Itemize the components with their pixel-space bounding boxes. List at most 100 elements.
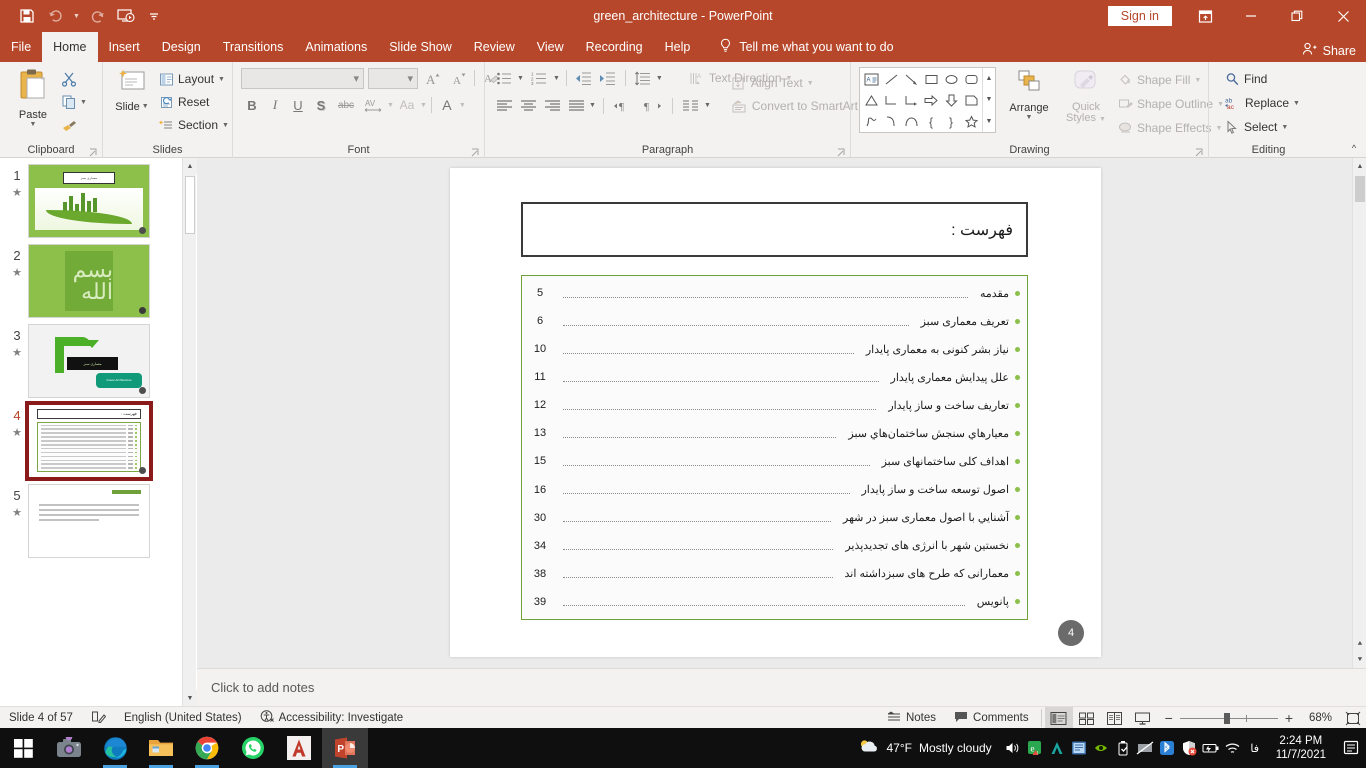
font-name-input[interactable]: ▾ bbox=[241, 67, 364, 89]
increase-indent-button[interactable] bbox=[597, 67, 619, 89]
autodesk-icon[interactable] bbox=[1046, 728, 1068, 768]
tab-transitions[interactable]: Transitions bbox=[212, 32, 295, 62]
toc-item[interactable]: نخستین شهر با انرژی های تجدیدپذیر 34 bbox=[527, 535, 1022, 557]
zoom-slider-handle[interactable] bbox=[1223, 712, 1230, 724]
toc-item[interactable]: نیاز بشر کنونی به معماری پایدار 10 bbox=[527, 338, 1022, 360]
copy-button[interactable] bbox=[58, 91, 80, 113]
zoom-slider[interactable] bbox=[1179, 712, 1278, 724]
thumb1-animation-indicator[interactable] bbox=[139, 227, 146, 234]
bluetooth-icon[interactable] bbox=[1156, 728, 1178, 768]
format-painter-button[interactable] bbox=[58, 114, 80, 136]
align-right-button[interactable] bbox=[541, 95, 563, 117]
numbering-dropdown-icon[interactable]: ▼ bbox=[553, 75, 560, 82]
shape-text-box[interactable]: A bbox=[861, 69, 881, 90]
find-button[interactable]: Find bbox=[1221, 68, 1304, 90]
tell-me-search[interactable]: Tell me what you want to do bbox=[709, 32, 903, 62]
shape-arc[interactable] bbox=[901, 111, 921, 132]
network-app-icon[interactable] bbox=[1068, 728, 1090, 768]
view-reading-button[interactable] bbox=[1101, 707, 1129, 729]
replace-dropdown-icon[interactable]: ▼ bbox=[1293, 100, 1300, 107]
bold-button[interactable]: B bbox=[241, 94, 263, 116]
accessibility-button[interactable]: Accessibility: Investigate bbox=[251, 707, 413, 729]
replace-button[interactable]: ab ac Replace ▼ bbox=[1221, 92, 1304, 114]
autocad-icon[interactable] bbox=[276, 728, 322, 768]
thumbnail-row-1[interactable]: 1 ★ معماری سبز bbox=[0, 158, 196, 238]
change-case-button[interactable]: Aa bbox=[395, 94, 419, 116]
change-case-dropdown-icon[interactable]: ▼ bbox=[420, 102, 427, 109]
next-slide-icon[interactable]: ⯆ bbox=[1353, 652, 1366, 668]
thumbnail-slide-5[interactable] bbox=[28, 484, 150, 558]
bullets-dropdown-icon[interactable]: ▼ bbox=[517, 75, 524, 82]
drawing-dialog-launcher-icon[interactable] bbox=[1195, 148, 1204, 157]
thumbnail-slide-4[interactable]: فهرست : bbox=[25, 401, 153, 481]
notes-pane[interactable]: Click to add notes bbox=[197, 668, 1366, 706]
font-size-input[interactable]: ▾ bbox=[368, 67, 418, 89]
animation-star-icon[interactable]: ★ bbox=[12, 506, 22, 519]
decrease-indent-button[interactable] bbox=[573, 67, 595, 89]
volume-icon[interactable] bbox=[1002, 728, 1024, 768]
slide-toc-placeholder[interactable]: مقدمه 5 تعریف معماری سبز 6 نیاز بشر کنون… bbox=[521, 275, 1028, 620]
paste-button[interactable]: Paste ▼ bbox=[8, 66, 58, 130]
zoom-out-icon[interactable]: − bbox=[1165, 710, 1173, 726]
tab-file[interactable]: File bbox=[0, 32, 42, 62]
thumbnail-row-4[interactable]: 4 ★ فهرست : bbox=[0, 398, 196, 481]
underline-button[interactable]: U bbox=[287, 94, 309, 116]
copy-dropdown-icon[interactable]: ▼ bbox=[80, 99, 87, 106]
ltr-text-direction-button[interactable]: ¶ bbox=[611, 95, 637, 117]
text-shadow-button[interactable]: S bbox=[310, 94, 332, 116]
shape-star[interactable] bbox=[961, 111, 981, 132]
arrange-button[interactable]: Arrange ▼ bbox=[1000, 67, 1058, 123]
cut-button[interactable] bbox=[58, 68, 80, 90]
tab-animations[interactable]: Animations bbox=[294, 32, 378, 62]
thumb2-animation-indicator[interactable] bbox=[139, 307, 146, 314]
slide-indicator[interactable]: Slide 4 of 57 bbox=[0, 707, 82, 729]
animation-star-icon[interactable]: ★ bbox=[12, 186, 22, 199]
shapes-scroll-down-icon[interactable]: ▼ bbox=[983, 89, 995, 110]
italic-button[interactable]: I bbox=[264, 94, 286, 116]
thumb4-animation-indicator[interactable] bbox=[139, 467, 146, 474]
numbering-button[interactable]: 123 bbox=[529, 67, 551, 89]
tab-recording[interactable]: Recording bbox=[575, 32, 654, 62]
clock[interactable]: 2:24 PM 11/7/2021 bbox=[1266, 734, 1336, 762]
undo-dropdown-icon[interactable]: ▼ bbox=[70, 3, 83, 29]
shape-arrow[interactable] bbox=[901, 69, 921, 90]
toc-item[interactable]: اهداف کلی ساختمانهای سبز 15 bbox=[527, 450, 1022, 472]
align-left-button[interactable] bbox=[493, 95, 515, 117]
comments-button[interactable]: Comments bbox=[945, 707, 1038, 729]
tab-home[interactable]: Home bbox=[42, 32, 98, 62]
antivirus-icon[interactable]: e! bbox=[1024, 728, 1046, 768]
paragraph-dialog-launcher-icon[interactable] bbox=[837, 148, 846, 157]
shape-right-brace[interactable]: } bbox=[941, 111, 961, 132]
layout-dropdown-icon[interactable]: ▼ bbox=[218, 76, 225, 83]
view-slide-sorter-button[interactable] bbox=[1073, 707, 1101, 729]
shape-elbow-connector[interactable] bbox=[881, 90, 901, 111]
start-button[interactable] bbox=[0, 728, 46, 768]
animation-star-icon[interactable]: ★ bbox=[12, 346, 22, 359]
arrange-dropdown-icon[interactable]: ▼ bbox=[1026, 114, 1033, 121]
restore-icon[interactable] bbox=[1274, 0, 1320, 32]
zoom-in-icon[interactable]: + bbox=[1285, 710, 1293, 726]
fit-to-window-button[interactable] bbox=[1340, 707, 1366, 729]
font-color-button[interactable]: A bbox=[436, 94, 458, 116]
zoom-control[interactable]: − + 68% bbox=[1157, 710, 1340, 726]
bullets-button[interactable] bbox=[493, 67, 515, 89]
shape-rounded-rectangle[interactable] bbox=[961, 69, 981, 90]
shape-fill-dropdown-icon[interactable]: ▼ bbox=[1194, 77, 1201, 84]
justify-button[interactable] bbox=[565, 95, 587, 117]
thumbnail-scroll-down-icon[interactable]: ▼ bbox=[183, 690, 197, 706]
shape-line[interactable] bbox=[881, 69, 901, 90]
slide-title-placeholder[interactable]: فهرست : bbox=[521, 202, 1028, 257]
new-slide-dropdown-icon[interactable]: ▼ bbox=[142, 101, 149, 113]
section-button[interactable]: Section ▼ bbox=[155, 114, 233, 136]
toc-item[interactable]: علل پیدایش معماری پایدار 11 bbox=[527, 366, 1022, 388]
shape-elbow-arrow-connector[interactable] bbox=[901, 90, 921, 111]
shape-oval[interactable] bbox=[941, 69, 961, 90]
thumb3-animation-indicator[interactable] bbox=[139, 387, 146, 394]
usb-eject-icon[interactable] bbox=[1112, 728, 1134, 768]
slide-area-scrollbar[interactable]: ▲ ⯅ ⯆ bbox=[1352, 158, 1366, 668]
thumbnail-row-2[interactable]: 2 ★ بسم الله bbox=[0, 238, 196, 318]
clipboard-dialog-launcher-icon[interactable] bbox=[89, 148, 98, 157]
line-spacing-button[interactable] bbox=[632, 67, 654, 89]
shape-folded-corner[interactable] bbox=[961, 90, 981, 111]
shape-scribble[interactable] bbox=[861, 111, 881, 132]
